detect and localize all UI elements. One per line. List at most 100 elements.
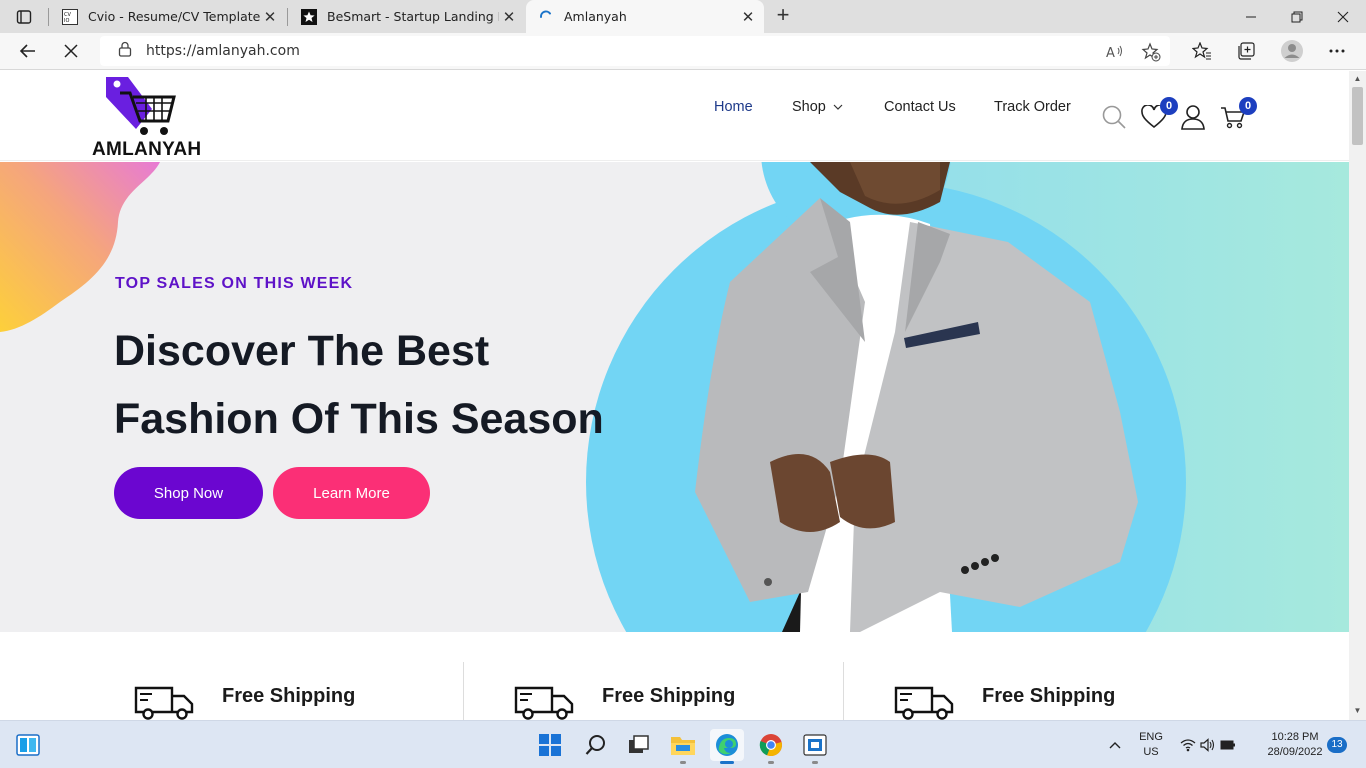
running-indicator [768,761,774,764]
feature-title: Free Shipping [982,685,1116,707]
tab-title: Amlanyah [564,9,627,24]
site-logo[interactable]: AMLANYAH [92,73,212,161]
running-indicator [680,761,686,764]
read-aloud-icon[interactable]: A [1104,41,1126,63]
app-taskbar-button[interactable] [798,729,832,764]
file-explorer-button[interactable] [666,729,700,764]
task-view-icon [629,735,649,753]
back-button[interactable] [13,37,43,65]
star-favicon-icon [301,8,317,25]
page-scrollbar[interactable]: ▲ ▼ [1349,71,1366,720]
browser-toolbar: https://amlanyah.com A [0,33,1366,70]
quick-settings-button[interactable] [1176,729,1240,761]
volume-icon [1200,738,1215,752]
account-button[interactable] [1179,103,1207,131]
scrollbar-thumb[interactable] [1352,87,1363,145]
nav-shop[interactable]: Shop [792,99,843,115]
windows-logo-icon [539,734,561,756]
edge-taskbar-button[interactable] [710,729,744,764]
svg-text:A: A [1106,46,1115,60]
close-icon [1337,11,1349,22]
more-dots-icon [1329,49,1345,53]
cvio-favicon-icon: CV IO [62,8,78,25]
page-viewport: AMLANYAH Home Shop Contact Us Track Orde… [0,71,1349,720]
close-tab-icon[interactable]: ✕ [499,8,519,26]
battery-icon [1220,740,1235,750]
nav-shop-label: Shop [792,99,826,115]
address-bar[interactable]: https://amlanyah.com A [100,36,1170,66]
search-icon [1102,105,1126,129]
nav-contact[interactable]: Contact Us [884,99,956,115]
widgets-button[interactable] [11,729,45,761]
input-language-indicator[interactable]: ENG US [1135,730,1167,760]
collections-icon [1238,42,1255,60]
clock[interactable]: 10:28 PM 28/09/2022 [1255,730,1335,760]
scroll-up-arrow-icon[interactable]: ▲ [1353,74,1362,83]
tab-amlanyah[interactable]: Amlanyah ✕ [526,0,764,33]
profile-button[interactable] [1277,37,1307,65]
delivery-truck-icon [514,686,574,720]
language-text: ENG [1139,731,1163,743]
feature-divider [843,662,844,720]
tab-besmart[interactable]: BeSmart - Startup Landing Page ✕ [289,0,525,33]
hero-model-image [695,162,1138,632]
tab-title: BeSmart - Startup Landing Page [327,9,499,24]
app-window-icon [803,734,827,756]
learn-more-button[interactable]: Learn More [273,467,430,519]
feature-title: Free Shipping [602,685,736,707]
tab-separator [287,8,288,26]
hero-eyebrow: TOP SALES ON THIS WEEK [115,275,354,292]
search-button[interactable] [1100,103,1128,131]
stop-loading-button[interactable] [56,37,86,65]
minimize-button[interactable] [1228,0,1274,33]
close-window-button[interactable] [1320,0,1366,33]
tab-cvio[interactable]: CV IO Cvio - Resume/CV Template ✕ [50,0,286,33]
cart-button[interactable]: 0 [1219,97,1257,131]
show-hidden-icons-button[interactable] [1100,729,1130,761]
edge-browser-icon [716,734,738,756]
shop-now-button[interactable]: Shop Now [114,467,263,519]
taskbar-search-button[interactable] [579,729,613,761]
restore-icon [1291,11,1303,22]
close-tab-icon[interactable]: ✕ [738,8,758,26]
search-icon [585,735,605,755]
tab-actions-button[interactable] [10,6,38,28]
tab-separator [48,8,49,26]
region-text: US [1143,746,1159,758]
url-text: https://amlanyah.com [146,43,300,59]
loading-spinner-icon [538,9,554,25]
task-view-button[interactable] [622,729,656,761]
gradient-blob-decoration [0,162,160,332]
favorites-button[interactable] [1187,37,1217,65]
wishlist-button[interactable]: 0 [1140,97,1178,131]
delivery-truck-icon [134,686,194,720]
profile-avatar-icon [1281,40,1303,62]
hero-banner: TOP SALES ON THIS WEEK Discover The Best… [0,162,1349,632]
notifications-badge[interactable]: 13 [1327,737,1347,753]
feature-title: Free Shipping [222,685,356,707]
start-button[interactable] [533,729,567,761]
logo-text: AMLANYAH [92,139,202,160]
add-favorite-icon[interactable] [1140,41,1162,63]
nav-track-order[interactable]: Track Order [994,99,1071,115]
hero-title-line-1: Discover The Best [114,327,490,375]
close-icon [64,44,78,58]
close-tab-icon[interactable]: ✕ [260,8,280,26]
hero-title: Discover The Best Fashion Of This Season [114,317,604,453]
collections-button[interactable] [1231,37,1261,65]
nav-home[interactable]: Home [714,99,753,115]
clock-date: 28/09/2022 [1267,746,1323,758]
new-tab-button[interactable]: + [770,3,796,29]
lock-icon [118,41,132,62]
restore-button[interactable] [1274,0,1320,33]
chrome-taskbar-button[interactable] [754,729,788,764]
scroll-down-arrow-icon[interactable]: ▼ [1353,706,1362,715]
hero-title-line-2: Fashion Of This Season [114,395,604,443]
plus-icon: + [776,2,790,27]
chevron-up-icon [1109,742,1121,749]
folder-icon [671,737,695,755]
settings-menu-button[interactable] [1322,37,1352,65]
tab-title: Cvio - Resume/CV Template [88,9,260,24]
features-section: Free Shipping Free Shipping Free Shippin… [0,632,1349,720]
shopping-tag-cart-logo-icon [106,77,176,135]
